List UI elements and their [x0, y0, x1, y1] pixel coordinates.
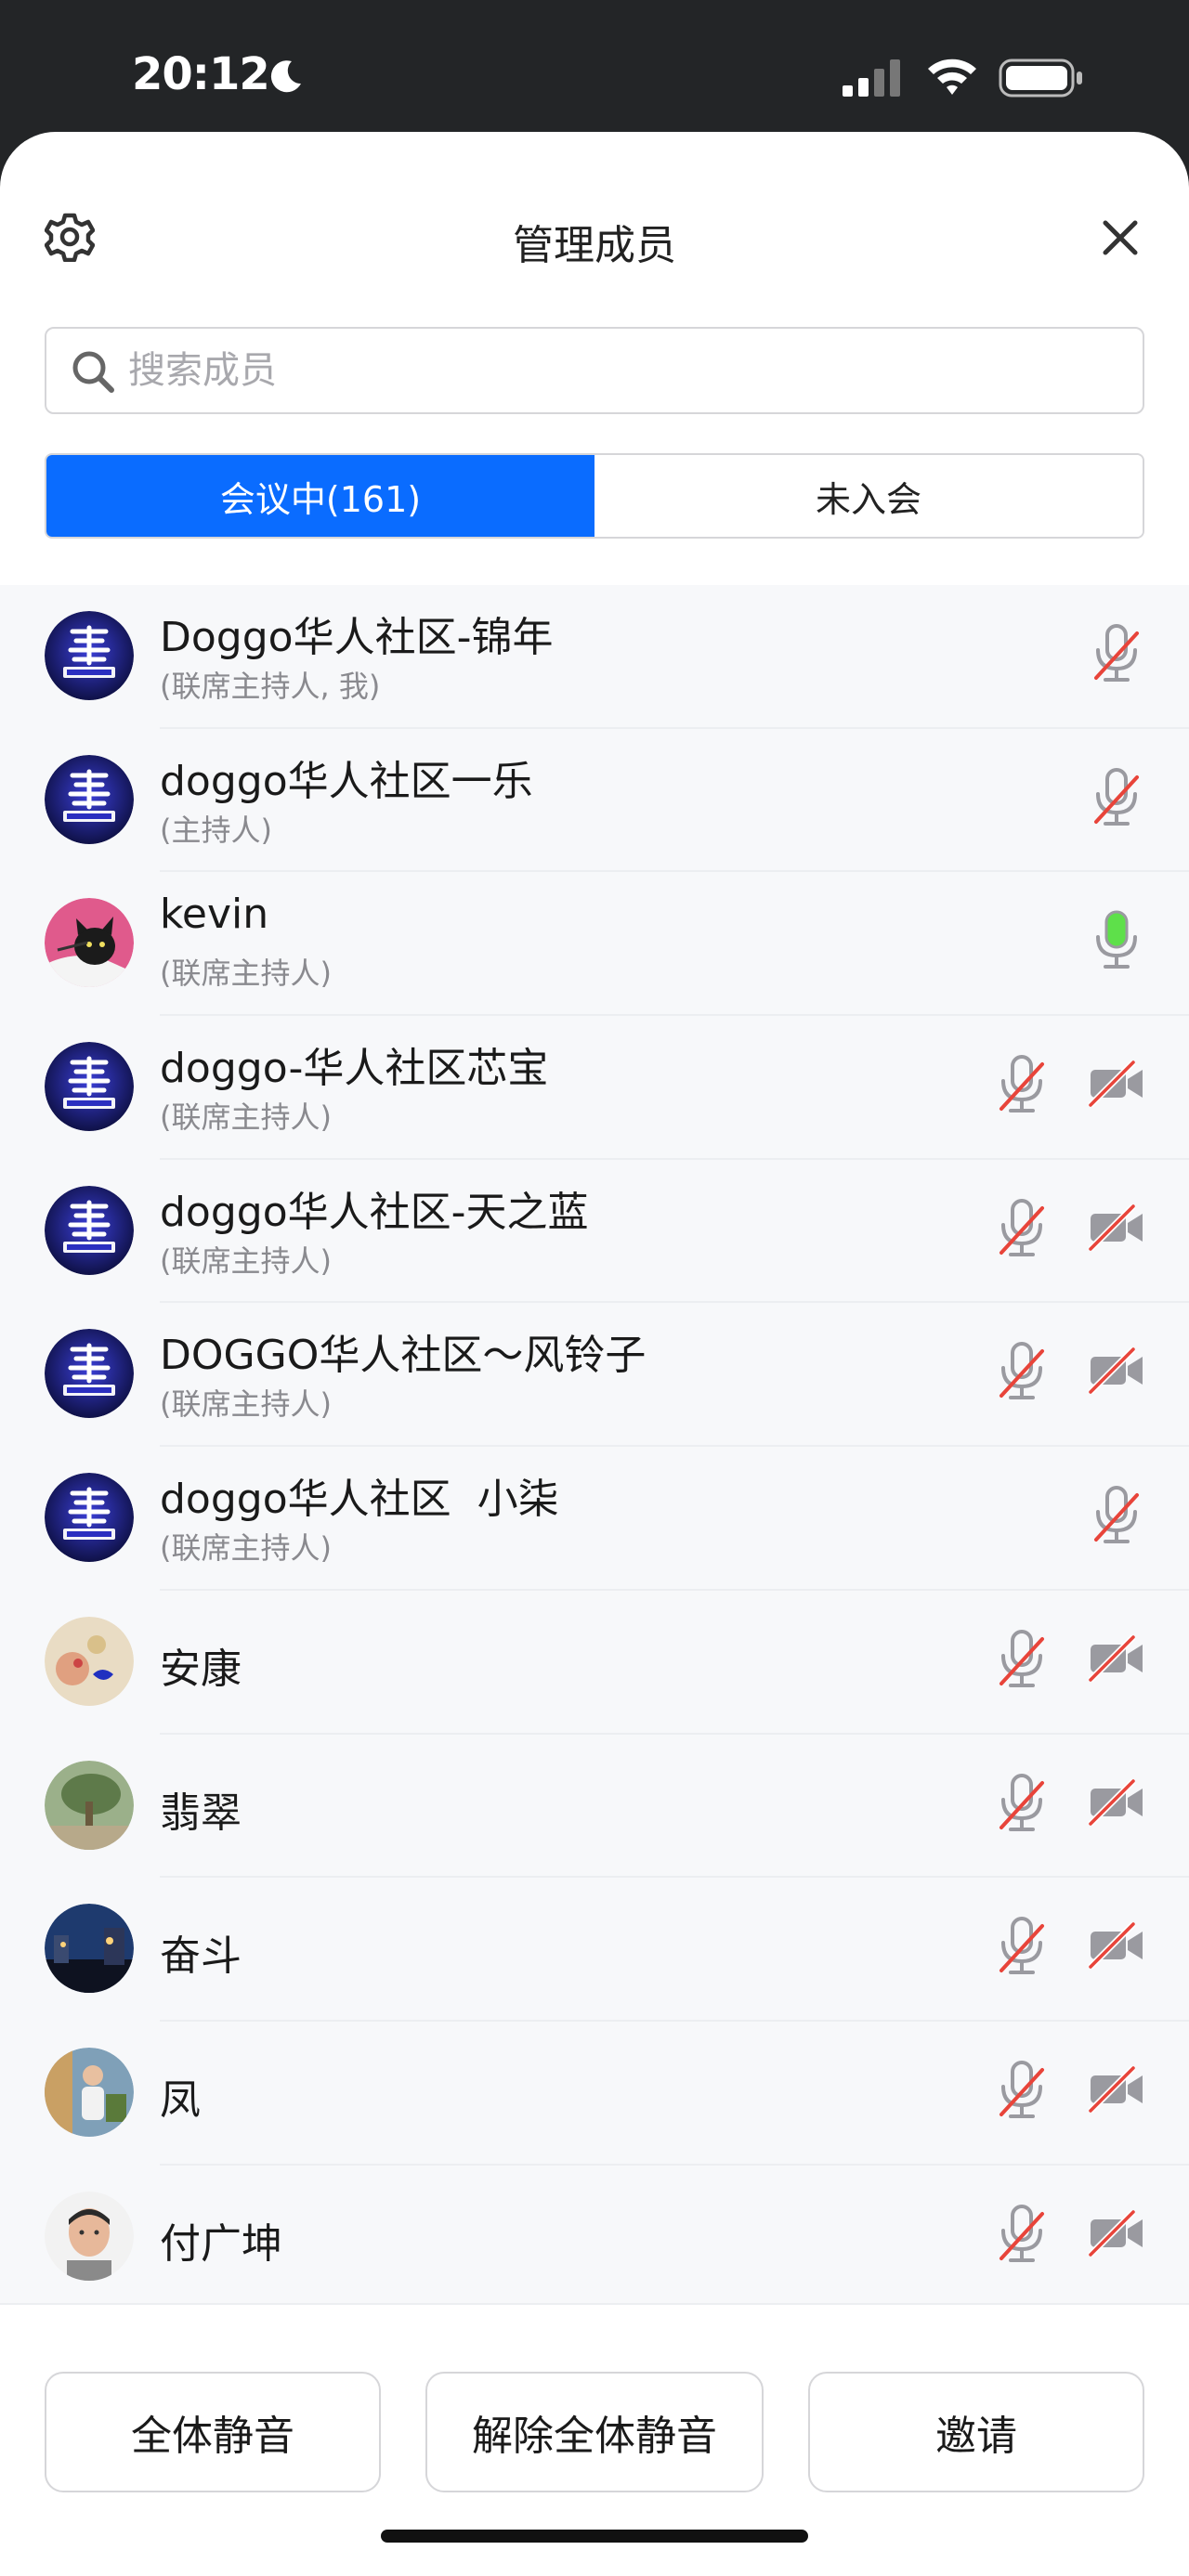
tab-in-meeting[interactable]: 会议中(161)	[46, 455, 594, 537]
member-info: DOGGO华人社区～风铃子 (联席主持人)	[160, 1303, 1189, 1448]
member-role: (主持人)	[160, 812, 272, 848]
member-info: Doggo华人社区-锦年 (联席主持人, 我)	[160, 585, 1189, 729]
member-role: (联席主持人)	[160, 1099, 332, 1136]
avatar	[45, 2191, 134, 2281]
unmute-all-button[interactable]: 解除全体静音	[425, 2372, 764, 2492]
member-row[interactable]: kevin (联席主持人)	[0, 872, 1189, 1017]
member-row[interactable]: doggo-华人社区芯宝 (联席主持人)	[0, 1016, 1189, 1160]
member-info: 安康	[160, 1591, 1189, 1735]
member-name: doggo华人社区一乐	[160, 757, 533, 805]
microphone-muted-icon[interactable]	[994, 2203, 1050, 2264]
member-name: doggo-华人社区芯宝	[160, 1045, 549, 1093]
mute-all-button[interactable]: 全体静音	[45, 2372, 381, 2492]
member-list[interactable]: Doggo华人社区-锦年 (联席主持人, 我) doggo华人社区一乐 (主持人) ke…	[0, 585, 1189, 2303]
member-role: (联席主持人)	[160, 1242, 332, 1279]
member-role: (联席主持人)	[160, 956, 332, 992]
member-role: (联席主持人)	[160, 1530, 332, 1567]
camera-off-icon[interactable]	[1087, 1203, 1146, 1253]
status-time: 20:12	[132, 48, 270, 100]
avatar	[45, 898, 134, 988]
member-name: 翡翠	[160, 1789, 242, 1837]
microphone-muted-icon[interactable]	[994, 1628, 1050, 1689]
member-name: Doggo华人社区-锦年	[160, 614, 554, 661]
camera-off-icon[interactable]	[1087, 2208, 1146, 2258]
member-row[interactable]: doggo华人社区 小柒 (联席主持人)	[0, 1447, 1189, 1591]
microphone-muted-icon[interactable]	[994, 1053, 1050, 1114]
member-info: 奋斗	[160, 1878, 1189, 2022]
footer-actions: 全体静音 解除全体静音 邀请	[0, 2303, 1189, 2576]
sheet-header: 管理成员	[0, 132, 1189, 299]
avatar	[45, 1185, 134, 1275]
member-name: 凤	[160, 2075, 201, 2124]
member-row[interactable]: 奋斗	[0, 1878, 1189, 2022]
member-name: DOGGO华人社区～风铃子	[160, 1332, 647, 1380]
member-info: doggo-华人社区芯宝 (联席主持人)	[160, 1016, 1189, 1160]
camera-off-icon[interactable]	[1087, 1346, 1146, 1396]
member-info: 付广坤	[160, 2166, 1189, 2303]
member-name: kevin	[160, 891, 269, 939]
camera-off-icon[interactable]	[1087, 1777, 1146, 1828]
avatar	[45, 1760, 134, 1850]
status-bar: 20:12	[0, 0, 1189, 135]
search-box	[45, 327, 1144, 414]
tab-not-joined[interactable]: 未入会	[594, 455, 1143, 537]
search-input[interactable]	[128, 342, 1113, 399]
microphone-muted-icon[interactable]	[1089, 622, 1144, 683]
avatar	[45, 611, 134, 700]
member-row[interactable]: 凤	[0, 2022, 1189, 2166]
member-info: 凤	[160, 2022, 1189, 2166]
microphone-on-icon[interactable]	[1089, 909, 1144, 970]
microphone-muted-icon[interactable]	[994, 1915, 1050, 1976]
invite-button[interactable]: 邀请	[808, 2372, 1144, 2492]
avatar	[45, 754, 134, 844]
member-row[interactable]: 付广坤	[0, 2166, 1189, 2303]
camera-off-icon[interactable]	[1087, 1059, 1146, 1109]
camera-off-icon[interactable]	[1087, 1920, 1146, 1971]
close-icon[interactable]	[1100, 217, 1141, 258]
member-role: (联席主持人, 我)	[160, 669, 381, 704]
camera-off-icon[interactable]	[1087, 1633, 1146, 1684]
member-name: doggo华人社区-天之蓝	[160, 1188, 589, 1236]
member-row[interactable]: doggo华人社区一乐 (主持人)	[0, 729, 1189, 873]
signal-icon	[843, 59, 900, 97]
microphone-muted-icon[interactable]	[994, 1772, 1050, 1833]
member-row[interactable]: 安康	[0, 1591, 1189, 1735]
avatar	[45, 1473, 134, 1563]
member-info: kevin (联席主持人)	[160, 872, 1189, 1017]
member-row[interactable]: Doggo华人社区-锦年 (联席主持人, 我)	[0, 585, 1189, 729]
member-row[interactable]: doggo华人社区-天之蓝 (联席主持人)	[0, 1160, 1189, 1304]
member-info: doggo华人社区一乐 (主持人)	[160, 729, 1189, 873]
member-name: 奋斗	[160, 1932, 242, 1981]
member-info: doggo华人社区 小柒 (联席主持人)	[160, 1447, 1189, 1591]
avatar	[45, 1616, 134, 1706]
search-icon	[72, 351, 114, 393]
battery-icon	[999, 59, 1082, 98]
member-row[interactable]: 翡翠	[0, 1735, 1189, 1879]
avatar	[45, 1329, 134, 1419]
microphone-muted-icon[interactable]	[1089, 1484, 1144, 1545]
member-role: (联席主持人)	[160, 1386, 332, 1423]
manage-members-sheet: 管理成员 会议中(161) 未入会 Doggo华人社区-锦年 (联席主持人, 我)…	[0, 132, 1189, 2576]
page-title: 管理成员	[513, 222, 676, 269]
avatar	[45, 1042, 134, 1132]
member-name: 付广坤	[160, 2219, 282, 2268]
member-row[interactable]: DOGGO华人社区～风铃子 (联席主持人)	[0, 1303, 1189, 1448]
moon-icon	[270, 60, 301, 93]
camera-off-icon[interactable]	[1087, 2064, 1146, 2114]
member-name: 安康	[160, 1645, 242, 1693]
avatar	[45, 1904, 134, 1994]
avatar	[45, 2047, 134, 2137]
member-info: doggo华人社区-天之蓝 (联席主持人)	[160, 1160, 1189, 1304]
member-info: 翡翠	[160, 1735, 1189, 1879]
microphone-muted-icon[interactable]	[1089, 766, 1144, 827]
wifi-icon	[928, 59, 976, 95]
member-tabs: 会议中(161) 未入会	[45, 453, 1144, 539]
home-indicator	[381, 2530, 808, 2543]
microphone-muted-icon[interactable]	[994, 1340, 1050, 1401]
member-name: doggo华人社区 小柒	[160, 1476, 559, 1524]
microphone-muted-icon[interactable]	[994, 2059, 1050, 2120]
microphone-muted-icon[interactable]	[994, 1197, 1050, 1258]
